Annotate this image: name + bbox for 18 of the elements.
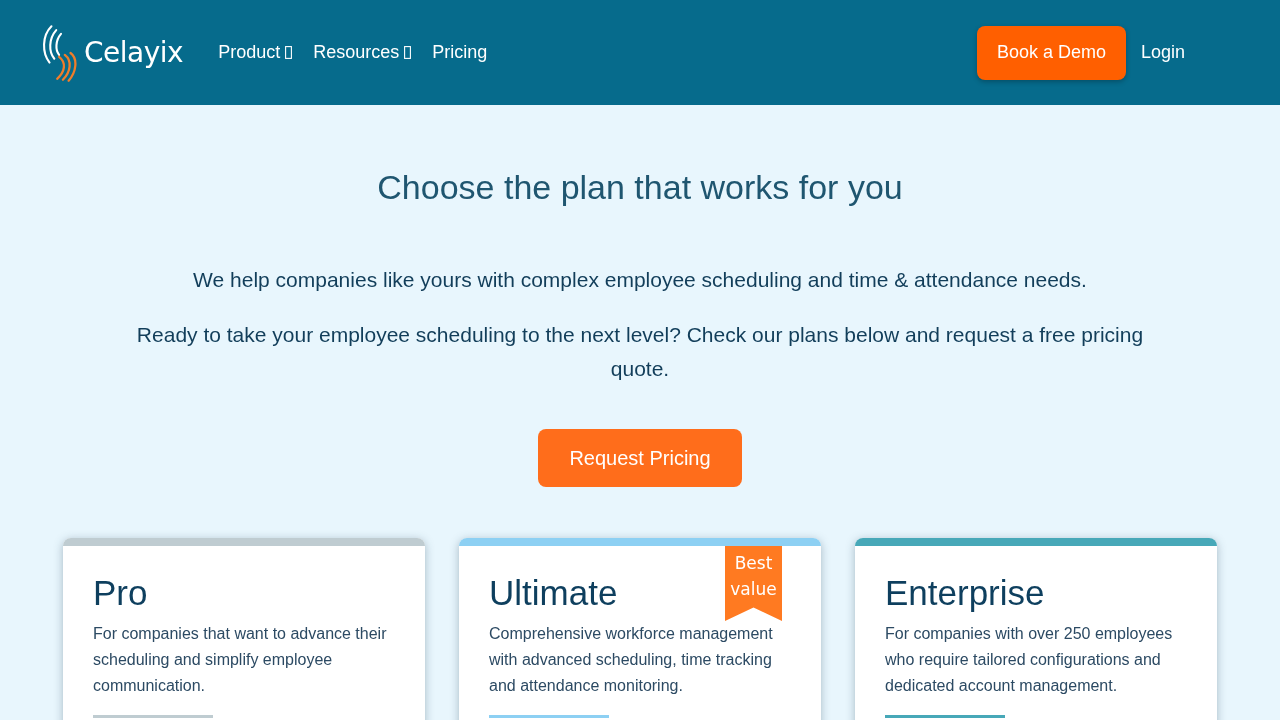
page-heading: Choose the plan that works for you [377,167,903,208]
plan-description: For companies with over 250 employees who require tailored configurations and dedicated account management. [885,624,1174,696]
plan-name: Enterprise [885,573,1045,613]
plan-description: For companies that want to advance their scheduling and simplify employee communication. [93,624,388,696]
plan-description: Comprehensive workforce management with advanced scheduling, time tracking and attendance monitoring. [489,624,774,696]
missing-glyph-icon [285,46,293,59]
plan-name: Ultimate [489,573,618,613]
intro-paragraph: We help companies like yours with complex employee scheduling and time & attendance needs. [192,267,1088,293]
book-demo-button[interactable]: Book a Demo [976,25,1126,80]
logo-wordmark[interactable]: Celayix [84,38,184,67]
plan-name: Pro [93,573,148,613]
nav-link[interactable]: Resources [313,42,412,63]
best-value-ribbon: Best value [725,546,782,621]
nav-link[interactable]: Pricing [432,42,488,63]
intro-paragraph: Ready to take your employee scheduling to the next level? Check our plans below and request a free pricing quote. [135,322,1145,382]
nav-link[interactable]: Product [218,42,293,63]
login-link[interactable]: Login [1140,42,1185,63]
missing-glyph-icon [404,46,412,59]
